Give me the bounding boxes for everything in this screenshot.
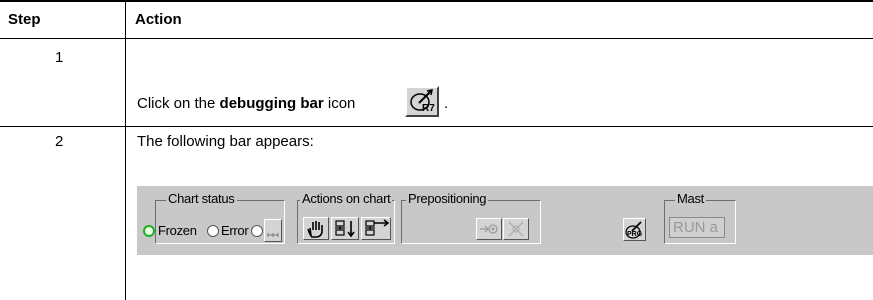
row-1-action: Click on the debugging bar icon <box>137 95 355 113</box>
mast-task-field[interactable]: RUN a <box>669 217 725 238</box>
preposition-step-icon <box>480 224 498 234</box>
chart-status-label: Chart status <box>166 191 237 206</box>
preposition-clear-button[interactable] <box>503 218 529 240</box>
debug-chart-icon: R7 <box>410 89 435 114</box>
table-column-divider <box>125 0 126 300</box>
table-header-divider <box>0 38 873 39</box>
header-step: Step <box>8 11 41 28</box>
chart-status-active-radio[interactable] <box>143 225 155 237</box>
prg-button[interactable]: PRG <box>623 218 646 241</box>
prg-debug-icon: PRG <box>625 221 643 239</box>
error-radio[interactable] <box>251 225 263 237</box>
table-top-border <box>0 0 873 2</box>
preposition-step-button[interactable] <box>476 218 502 240</box>
chart-status-more-button[interactable] <box>264 219 282 242</box>
error-label[interactable]: Error <box>221 224 249 237</box>
prepositioning-label: Prepositioning <box>406 191 489 206</box>
debugging-bar: Chart status Frozen Error Actions on cha… <box>137 186 873 255</box>
row-1-action-end: . <box>444 95 449 112</box>
frozen-radio[interactable] <box>207 225 219 237</box>
row-1-action-bold: debugging bar <box>219 95 324 112</box>
step-right-button[interactable] <box>361 217 391 240</box>
step-down-button[interactable] <box>331 217 359 240</box>
debugging-bar-icon[interactable]: R7 <box>405 86 439 117</box>
step-down-icon <box>335 220 355 238</box>
preposition-clear-icon <box>508 221 524 237</box>
frozen-label[interactable]: Frozen <box>158 224 197 237</box>
hand-icon <box>307 221 323 238</box>
step-right-icon <box>365 219 390 236</box>
row-1-action-suffix: icon <box>323 95 356 112</box>
header-action: Action <box>135 11 182 28</box>
row-1-action-prefix: Click on the <box>137 95 220 112</box>
actions-on-chart-label: Actions on chart <box>300 191 393 206</box>
mast-task-value: RUN a <box>673 219 719 236</box>
prg-icon-text: PRG <box>627 231 643 238</box>
row-2-step: 2 <box>55 133 64 150</box>
row-2-action: The following bar appears: <box>137 133 314 150</box>
mast-label: Mast <box>675 191 706 206</box>
debug-icon-text: R7 <box>422 103 435 114</box>
table-row-divider <box>0 126 873 127</box>
hand-button[interactable] <box>303 217 329 240</box>
more-dots-icon <box>267 233 279 237</box>
row-1-step: 1 <box>55 49 64 66</box>
